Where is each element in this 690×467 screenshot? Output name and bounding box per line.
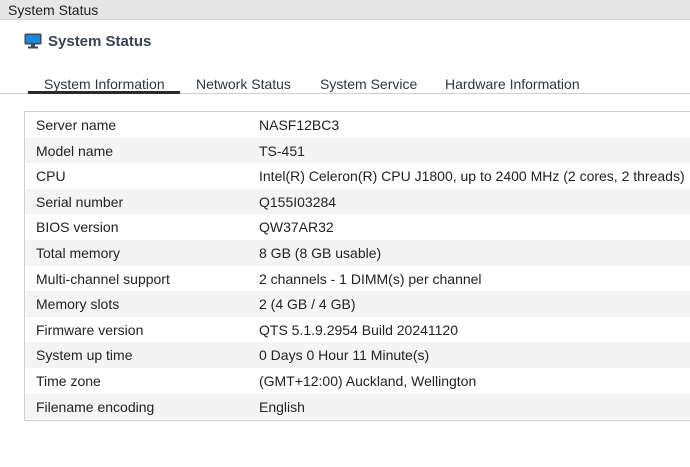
tab-system-information[interactable]: System Information [44, 76, 165, 92]
row-value: TS-451 [259, 142, 305, 159]
row-label: Server name [36, 117, 117, 133]
row-value: 2 (4 GB / 4 GB) [259, 296, 356, 313]
table-row: Multi-channel support 2 channels - 1 DIM… [25, 266, 690, 292]
table-row: Time zone (GMT+12:00) Auckland, Wellingt… [25, 368, 690, 394]
tab-network-status[interactable]: Network Status [196, 76, 291, 92]
window-title: System Status [8, 2, 99, 18]
table-row: Memory slots 2 (4 GB / 4 GB) [25, 291, 690, 317]
row-value: Intel(R) Celeron(R) CPU J1800, up to 240… [259, 168, 685, 185]
tab-hardware-information[interactable]: Hardware Information [445, 76, 580, 92]
row-label: Total memory [36, 245, 121, 261]
table-row: BIOS version QW37AR32 [25, 214, 690, 240]
row-value: Q155I03284 [259, 193, 337, 210]
row-label: Multi-channel support [36, 270, 170, 287]
row-value: (GMT+12:00) Auckland, Wellington [259, 373, 477, 389]
tab-bar: System Information Network Status System… [0, 72, 690, 94]
monitor-icon [24, 33, 42, 49]
page-title: System Status [48, 32, 152, 50]
table-row: System up time 0 Days 0 Hour 11 Minute(s… [25, 342, 690, 368]
active-tab-indicator [28, 91, 180, 94]
table-row: CPU Intel(R) Celeron(R) CPU J1800, up to… [25, 163, 690, 189]
table-row: Filename encoding English [25, 393, 690, 420]
window-titlebar: System Status [0, 0, 690, 20]
row-label: Time zone [36, 373, 101, 389]
row-label: CPU [36, 168, 66, 185]
tab-system-service[interactable]: System Service [320, 76, 417, 92]
row-label: BIOS version [36, 219, 119, 236]
table-row: Firmware version QTS 5.1.9.2954 Build 20… [25, 317, 690, 343]
row-value: QTS 5.1.9.2954 Build 20241120 [259, 321, 459, 338]
row-value: 2 channels - 1 DIMM(s) per channel [259, 270, 482, 287]
row-label: Filename encoding [36, 398, 155, 415]
row-label: Firmware version [36, 321, 144, 338]
page-header: System Status [24, 31, 151, 51]
row-value: QW37AR32 [259, 219, 334, 236]
row-label: Model name [36, 142, 114, 159]
row-value: NASF12BC3 [259, 117, 340, 133]
table-row: Server name NASF12BC3 [25, 112, 690, 138]
row-value: English [259, 398, 305, 415]
row-label: Serial number [36, 193, 124, 210]
row-label: Memory slots [36, 296, 120, 313]
system-info-table: Server name NASF12BC3 Model name TS-451 … [24, 111, 690, 421]
row-label: System up time [36, 347, 133, 364]
row-value: 8 GB (8 GB usable) [259, 245, 382, 261]
table-row: Total memory 8 GB (8 GB usable) [25, 240, 690, 266]
table-row: Model name TS-451 [25, 137, 690, 164]
row-value: 0 Days 0 Hour 11 Minute(s) [259, 347, 430, 364]
table-row: Serial number Q155I03284 [25, 188, 690, 215]
